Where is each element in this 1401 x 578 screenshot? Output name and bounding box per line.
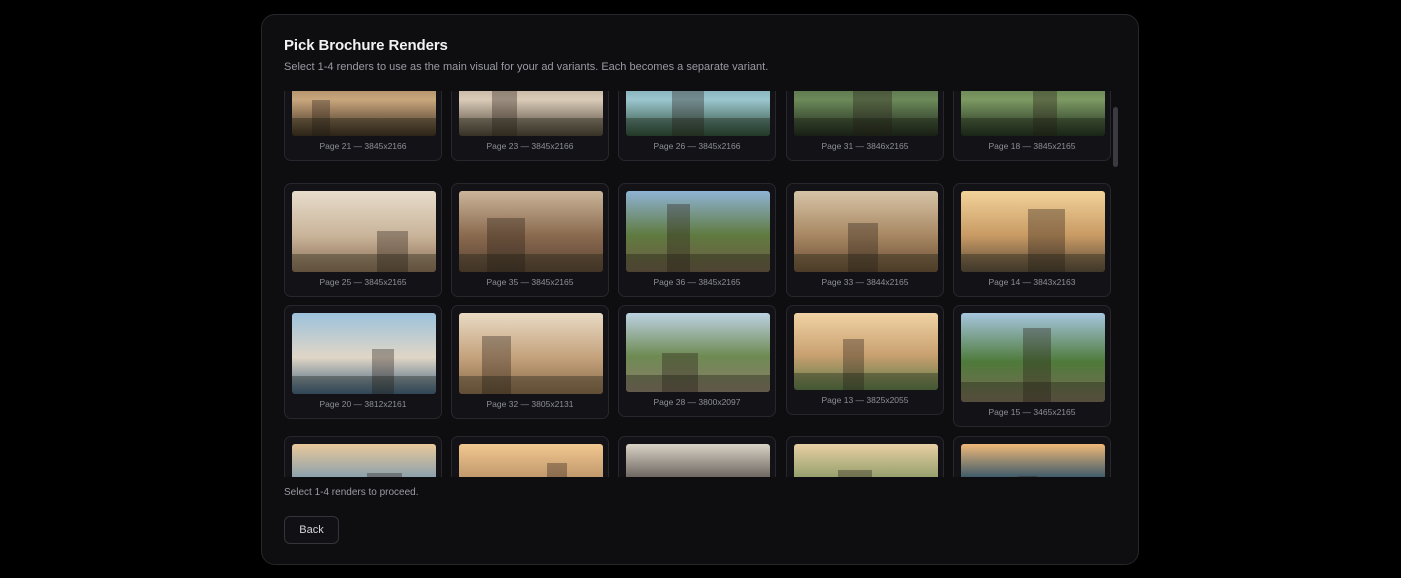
render-thumbnail [459,444,603,477]
render-card[interactable]: Page 7 — 3809x1890 [284,436,442,477]
render-card[interactable]: Page 32 — 3805x2131 [451,305,609,419]
render-card[interactable]: Page 13 — 3825x2055 [786,305,944,415]
render-thumbnail [292,191,436,272]
render-caption: Page 28 — 3800x2097 [653,397,741,407]
render-thumbnail [459,191,603,272]
dialog-title: Pick Brochure Renders [284,37,448,54]
render-thumbnail [961,313,1105,402]
render-caption: Page 18 — 3845x2165 [988,141,1076,151]
render-thumbnail [626,444,770,477]
render-thumbnail [459,313,603,394]
render-thumbnail [794,444,938,477]
grid-scrollbar[interactable] [1113,107,1118,167]
render-grid-viewport[interactable]: Page 21 — 3845x2166 Page 23 — 3845x2166 Pa… [284,91,1120,477]
render-card[interactable]: Page 33 — 3844x2165 [786,183,944,297]
render-card[interactable]: Page 29 — 3787x1597 [953,436,1111,477]
render-card[interactable]: Page 18 — 3845x2165 [953,91,1111,161]
render-caption: Page 31 — 3846x2165 [821,141,909,151]
render-card[interactable]: Page 9 — 3845x2165 [786,436,944,477]
render-card[interactable]: Page 35 — 3845x2165 [451,183,609,297]
pick-renders-dialog: Pick Brochure Renders Select 1-4 renders… [261,14,1139,565]
render-thumbnail [459,91,603,136]
render-caption: Page 35 — 3845x2165 [486,277,574,287]
render-thumbnail [961,444,1105,477]
render-card[interactable]: Page 20 — 3812x2161 [284,305,442,419]
render-card[interactable]: Page 36 — 3845x2165 [618,183,776,297]
render-thumbnail [794,91,938,136]
render-card[interactable]: Page 25 — 3845x2165 [284,183,442,297]
dialog-subtitle: Select 1-4 renders to use as the main vi… [284,61,769,73]
render-caption: Page 36 — 3845x2165 [653,277,741,287]
render-thumbnail [794,191,938,272]
selection-status: Select 1-4 renders to proceed. [284,487,419,498]
render-caption: Page 13 — 3825x2055 [821,395,909,405]
render-caption: Page 20 — 3812x2161 [319,399,407,409]
render-card[interactable]: Page 11 — 3845x2165 [451,436,609,477]
render-thumbnail [292,313,436,394]
render-card[interactable]: Page 31 — 3846x2165 [786,91,944,161]
back-button[interactable]: Back [284,516,339,544]
render-thumbnail [794,313,938,390]
render-caption: Page 33 — 3844x2165 [821,277,909,287]
render-thumbnail [626,191,770,272]
render-card[interactable]: Page 23 — 3845x2166 [451,91,609,161]
render-thumbnail [292,444,436,477]
render-caption: Page 25 — 3845x2165 [319,277,407,287]
render-card[interactable]: Page 27 — 3845x2165 [618,436,776,477]
render-thumbnail [961,91,1105,136]
render-caption: Page 21 — 3845x2166 [319,141,407,151]
render-thumbnail [626,313,770,392]
render-caption: Page 26 — 3845x2166 [653,141,741,151]
render-thumbnail [961,191,1105,272]
render-thumbnail [626,91,770,136]
render-card[interactable]: Page 26 — 3845x2166 [618,91,776,161]
render-caption: Page 15 — 3465x2165 [988,407,1076,417]
render-caption: Page 14 — 3843x2163 [988,277,1076,287]
render-card[interactable]: Page 14 — 3843x2163 [953,183,1111,297]
render-caption: Page 23 — 3845x2166 [486,141,574,151]
render-caption: Page 32 — 3805x2131 [486,399,574,409]
render-thumbnail [292,91,436,136]
render-card[interactable]: Page 21 — 3845x2166 [284,91,442,161]
render-card[interactable]: Page 15 — 3465x2165 [953,305,1111,427]
render-card[interactable]: Page 28 — 3800x2097 [618,305,776,417]
